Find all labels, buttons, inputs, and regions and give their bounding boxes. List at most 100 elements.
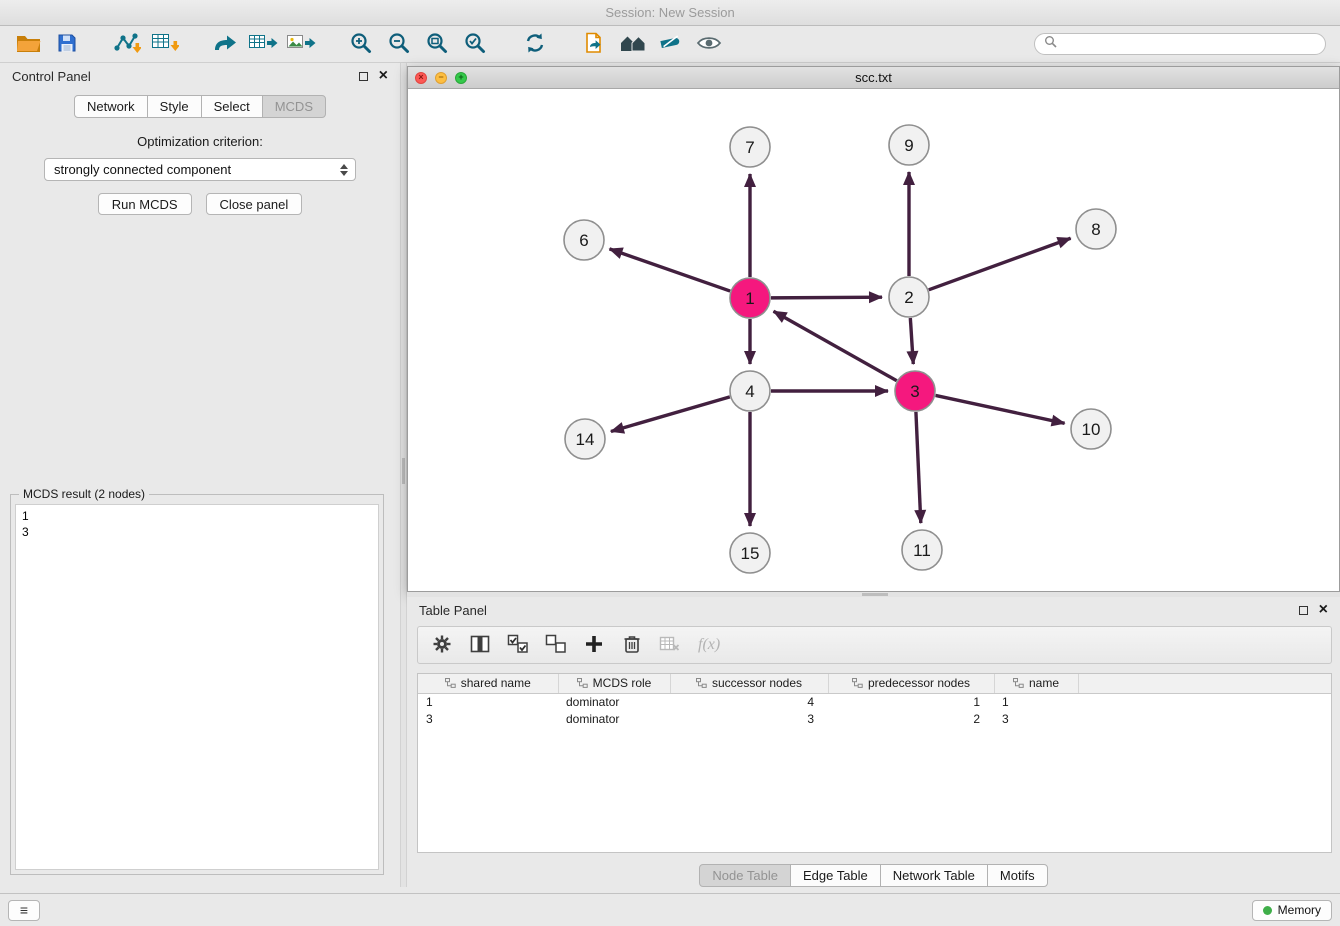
tab-network[interactable]: Network — [74, 95, 148, 118]
graph-node-4[interactable]: 4 — [730, 371, 770, 411]
graph-node-9[interactable]: 9 — [889, 125, 929, 165]
list-icon: ≡ — [20, 902, 28, 918]
control-panel-title: Control Panel — [12, 69, 91, 84]
tab-motifs[interactable]: Motifs — [987, 864, 1048, 887]
home-layout-button[interactable] — [614, 29, 652, 59]
table-row[interactable]: 1dominator411 — [418, 693, 1331, 710]
close-window-icon[interactable]: × — [415, 72, 427, 84]
network-window-titlebar[interactable]: × − + scc.txt — [408, 67, 1339, 89]
tab-node-table[interactable]: Node Table — [699, 864, 791, 887]
float-panel-icon[interactable] — [359, 72, 368, 81]
zoom-fit-button[interactable] — [418, 29, 456, 59]
graph-node-3[interactable]: 3 — [895, 371, 935, 411]
close-panel-icon[interactable]: × — [379, 68, 388, 84]
tag-icon — [658, 32, 684, 57]
export-image-button[interactable] — [282, 29, 320, 59]
mcds-result-list[interactable]: 13 — [15, 504, 379, 870]
import-network-button[interactable] — [108, 29, 146, 59]
svg-text:14: 14 — [576, 430, 595, 449]
graph-node-8[interactable]: 8 — [1076, 209, 1116, 249]
svg-text:3: 3 — [910, 382, 919, 401]
vertical-splitter[interactable] — [400, 63, 407, 887]
graph-node-14[interactable]: 14 — [565, 419, 605, 459]
graph-node-11[interactable]: 11 — [902, 530, 942, 570]
graph-edge-3-11[interactable] — [916, 412, 921, 523]
column-header-filler — [1078, 674, 1331, 693]
graph-node-15[interactable]: 15 — [730, 533, 770, 573]
annotation-tag-button[interactable] — [652, 29, 690, 59]
table-row[interactable]: 3dominator323 — [418, 710, 1331, 727]
minimize-window-icon[interactable]: − — [435, 72, 447, 84]
float-panel-icon[interactable] — [1299, 606, 1308, 615]
svg-text:1: 1 — [745, 289, 754, 308]
graph-edge-1-6[interactable] — [609, 249, 730, 291]
import-table-button[interactable] — [146, 29, 184, 59]
close-panel-button[interactable]: Close panel — [206, 193, 303, 215]
export-network-button[interactable] — [206, 29, 244, 59]
network-graph[interactable]: 7 9 6 8 1 2 4 3 14 10 15 11 — [408, 89, 1339, 591]
status-bar: ≡ Memory — [0, 893, 1340, 926]
graph-edge-2-8[interactable] — [929, 238, 1071, 290]
tab-mcds[interactable]: MCDS — [262, 95, 326, 118]
tab-network-table[interactable]: Network Table — [880, 864, 988, 887]
search-box[interactable] — [1034, 33, 1326, 55]
zoom-out-button[interactable] — [380, 29, 418, 59]
tab-style[interactable]: Style — [147, 95, 202, 118]
network-canvas[interactable]: 7 9 6 8 1 2 4 3 14 10 15 11 — [408, 89, 1339, 591]
close-panel-icon[interactable]: × — [1319, 602, 1328, 618]
refresh-button[interactable] — [516, 29, 554, 59]
table-settings-button[interactable] — [428, 632, 455, 659]
column-header-predecessor-nodes[interactable]: predecessor nodes — [828, 674, 994, 693]
title-bar: Session: New Session — [0, 0, 1340, 26]
table-toolbar: f(x) — [417, 626, 1332, 664]
graph-node-10[interactable]: 10 — [1071, 409, 1111, 449]
splitter-grip[interactable] — [402, 458, 405, 484]
graph-edge-1-2[interactable] — [771, 297, 882, 298]
column-header-successor-nodes[interactable]: successor nodes — [670, 674, 828, 693]
tab-select[interactable]: Select — [201, 95, 263, 118]
svg-text:8: 8 — [1091, 220, 1100, 239]
document-network-icon — [583, 31, 607, 58]
graph-node-6[interactable]: 6 — [564, 220, 604, 260]
graph-edge-2-3[interactable] — [910, 318, 913, 364]
delete-button[interactable] — [618, 632, 645, 659]
tab-edge-table[interactable]: Edge Table — [790, 864, 881, 887]
open-folder-icon — [16, 33, 42, 56]
export-table-button[interactable] — [244, 29, 282, 59]
graph-edge-3-1[interactable] — [774, 311, 897, 380]
zoom-window-icon[interactable]: + — [455, 72, 467, 84]
splitter-grip[interactable] — [862, 593, 888, 596]
svg-text:15: 15 — [741, 544, 760, 563]
mcds-result-line: 3 — [22, 524, 372, 540]
search-input[interactable] — [1063, 37, 1316, 51]
graph-node-7[interactable]: 7 — [730, 127, 770, 167]
select-all-rows-button[interactable] — [504, 632, 531, 659]
memory-button[interactable]: Memory — [1252, 900, 1332, 921]
criterion-select[interactable]: strongly connected component — [44, 158, 356, 181]
graph-edge-4-14[interactable] — [611, 397, 730, 432]
column-header-shared-name[interactable]: shared name — [418, 674, 558, 693]
run-mcds-button[interactable]: Run MCDS — [98, 193, 192, 215]
open-session-button[interactable] — [10, 29, 48, 59]
eye-icon — [696, 34, 722, 55]
zoom-in-button[interactable] — [342, 29, 380, 59]
column-header-name[interactable]: name — [994, 674, 1078, 693]
attribute-table: shared nameMCDS rolesuccessor nodesprede… — [418, 674, 1331, 727]
add-button[interactable] — [580, 632, 607, 659]
document-network-button[interactable] — [576, 29, 614, 59]
graph-node-2[interactable]: 2 — [889, 277, 929, 317]
table-delete-icon — [659, 635, 681, 656]
show-details-button[interactable] — [690, 29, 728, 59]
gear-icon — [432, 634, 452, 657]
zoom-selected-button[interactable] — [456, 29, 494, 59]
task-history-button[interactable]: ≡ — [8, 900, 40, 921]
svg-text:7: 7 — [745, 138, 754, 157]
function-builder-button: f(x) — [694, 636, 720, 654]
graph-edge-3-10[interactable] — [936, 395, 1065, 423]
deselect-all-rows-button[interactable] — [542, 632, 569, 659]
column-header-MCDS-role[interactable]: MCDS role — [558, 674, 670, 693]
chevron-updown-icon — [340, 164, 348, 176]
save-session-button[interactable] — [48, 29, 86, 59]
show-columns-button[interactable] — [466, 632, 493, 659]
graph-node-1[interactable]: 1 — [730, 278, 770, 318]
